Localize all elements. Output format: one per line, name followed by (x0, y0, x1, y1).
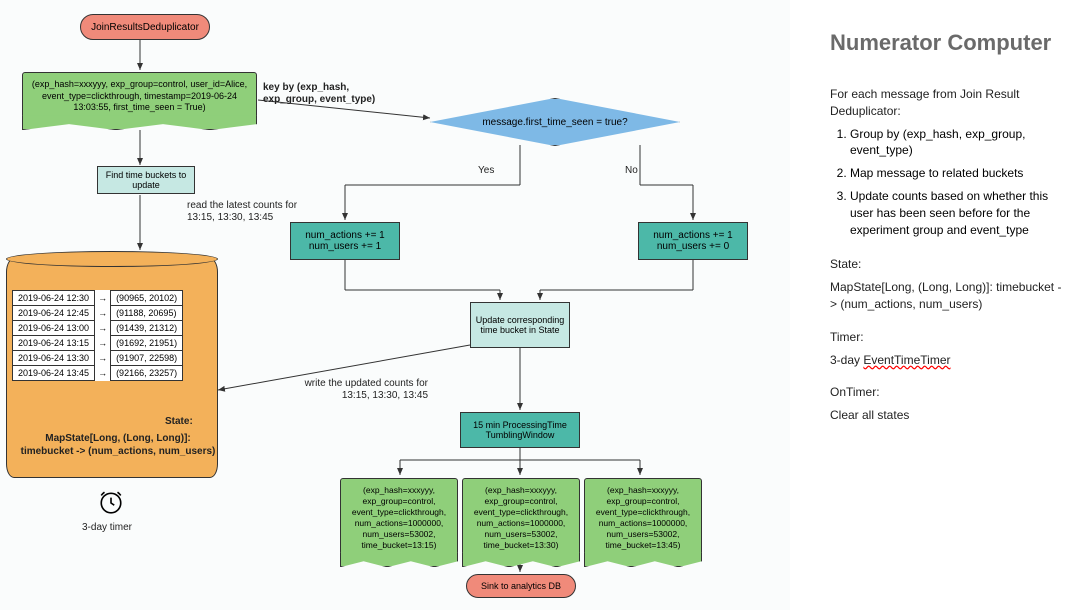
sink-node: Sink to analytics DB (466, 574, 576, 598)
start-label: JoinResultsDeduplicator (91, 22, 199, 33)
page-title: Numerator Computer (830, 30, 1068, 56)
arrow-icon: → (95, 321, 111, 336)
output-msg-3-text: (exp_hash=xxxyyy, exp_group=control, eve… (596, 485, 690, 550)
update-bucket-text: Update corresponding time bucket in Stat… (475, 315, 565, 335)
table-cell: (91692, 21951) (111, 336, 183, 351)
table-cell: 2019-06-24 13:30 (13, 351, 95, 366)
intro-text: For each message from Join Result Dedupl… (830, 86, 1068, 120)
table-row: 2019-06-24 12:30→(90965, 20102) (13, 291, 183, 306)
update-bucket-node: Update corresponding time bucket in Stat… (470, 302, 570, 348)
table-cell: 2019-06-24 13:45 (13, 366, 95, 381)
table-cell: 2019-06-24 12:30 (13, 291, 95, 306)
table-cell: (92166, 23257) (111, 366, 183, 381)
find-buckets-text: Find time buckets to update (102, 170, 190, 190)
arrow-icon: → (95, 336, 111, 351)
no-label: No (625, 165, 638, 176)
output-msg-1: (exp_hash=xxxyyy, exp_group=control, eve… (340, 478, 458, 558)
find-buckets-node: Find time buckets to update (97, 166, 195, 194)
arrow-icon: → (95, 306, 111, 321)
increment-yes-node: num_actions += 1 num_users += 1 (290, 222, 400, 260)
tumbling-window-node: 15 min ProcessingTime TumblingWindow (460, 412, 580, 448)
description-panel: Numerator Computer For each message from… (790, 0, 1080, 610)
increment-no-node: num_actions += 1 num_users += 0 (638, 222, 748, 260)
table-cell: (90965, 20102) (111, 291, 183, 306)
output-msg-1-text: (exp_hash=xxxyyy, exp_group=control, eve… (352, 485, 446, 550)
state-description: MapState[Long, (Long, Long)]: timebucket… (830, 279, 1068, 313)
table-cell: 2019-06-24 13:15 (13, 336, 95, 351)
table-cell: 2019-06-24 12:45 (13, 306, 95, 321)
output-msg-2: (exp_hash=xxxyyy, exp_group=control, eve… (462, 478, 580, 558)
yes-label: Yes (478, 165, 494, 176)
key-by-label: key by (exp_hash, exp_group, event_type) (263, 82, 383, 106)
table-row: 2019-06-24 13:45→(92166, 23257) (13, 366, 183, 381)
write-counts-label: write the updated counts for 13:15, 13:3… (298, 378, 428, 402)
table-cell: (91188, 20695) (111, 306, 183, 321)
ontimer-heading: OnTimer: (830, 384, 1068, 401)
table-cell: (91907, 22598) (111, 351, 183, 366)
state-heading: State: (830, 256, 1068, 273)
table-row: 2019-06-24 13:15→(91692, 21951) (13, 336, 183, 351)
state-table: 2019-06-24 12:30→(90965, 20102)2019-06-2… (12, 290, 183, 381)
read-counts-label: read the latest counts for 13:15, 13:30,… (187, 200, 302, 224)
input-message-doc: (exp_hash=xxxyyy, exp_group=control, use… (22, 72, 257, 121)
diagram-canvas: JoinResultsDeduplicator (exp_hash=xxxyyy… (0, 0, 790, 610)
cyl-state-heading: State: (165, 416, 193, 427)
arrow-icon: → (95, 291, 111, 306)
output-msg-2-text: (exp_hash=xxxyyy, exp_group=control, eve… (474, 485, 568, 550)
arrow-icon: → (95, 366, 111, 381)
step-item: Group by (exp_hash, exp_group, event_typ… (850, 126, 1068, 160)
ontimer-description: Clear all states (830, 407, 1068, 424)
step-item: Map message to related buckets (850, 165, 1068, 182)
tumbling-text: 15 min ProcessingTime TumblingWindow (465, 420, 575, 440)
cylinder-top-ellipse (6, 251, 218, 267)
input-message-text: (exp_hash=xxxyyy, exp_group=control, use… (32, 79, 247, 112)
decision-text: message.first_time_seen = true? (482, 117, 627, 128)
start-node: JoinResultsDeduplicator (80, 14, 210, 40)
cyl-state-desc: MapState[Long, (Long, Long)]: timebucket… (18, 432, 218, 458)
table-row: 2019-06-24 13:00→(91439, 21312) (13, 321, 183, 336)
clock-icon (98, 490, 124, 516)
timer-wavy: EventTimeTimer (863, 353, 950, 367)
timer-heading: Timer: (830, 329, 1068, 346)
inc-yes-text: num_actions += 1 num_users += 1 (305, 230, 385, 252)
table-row: 2019-06-24 13:30→(91907, 22598) (13, 351, 183, 366)
sink-text: Sink to analytics DB (481, 581, 561, 591)
output-msg-3: (exp_hash=xxxyyy, exp_group=control, eve… (584, 478, 702, 558)
table-cell: 2019-06-24 13:00 (13, 321, 95, 336)
arrow-icon: → (95, 351, 111, 366)
step-item: Update counts based on whether this user… (850, 188, 1068, 238)
inc-no-text: num_actions += 1 num_users += 0 (653, 230, 733, 252)
table-cell: (91439, 21312) (111, 321, 183, 336)
timer-caption: 3-day timer (82, 522, 132, 533)
timer-prefix: 3-day (830, 353, 863, 367)
table-row: 2019-06-24 12:45→(91188, 20695) (13, 306, 183, 321)
timer-description: 3-day EventTimeTimer (830, 352, 1068, 369)
steps-list: Group by (exp_hash, exp_group, event_typ… (830, 126, 1068, 239)
